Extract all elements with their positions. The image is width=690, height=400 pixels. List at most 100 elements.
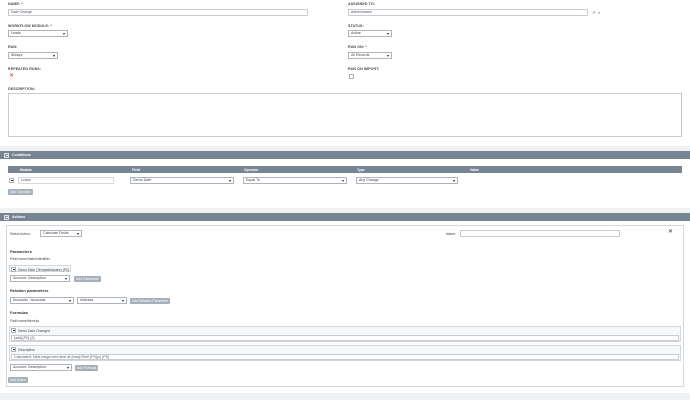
collapse-icon[interactable] [4,214,9,220]
column-header-type: Type [357,167,365,172]
required-marker: * [365,45,367,49]
description-textarea[interactable] [8,93,682,137]
description-label: DESCRIPTION: [8,87,35,91]
column-header-module: Module [20,167,32,172]
assigned-to-input[interactable]: Administrator [348,9,588,16]
arrow-icon [63,32,65,35]
collapse-icon[interactable] [4,152,9,158]
required-marker: * [21,2,23,6]
formula-field-name: Demo Date Changed [18,329,50,333]
parameter-item: Demo Date (TemplateAware) {P0} [9,265,71,272]
arrow-icon [77,232,79,235]
formula-field-select-value: Account: Description [13,365,46,369]
formula-field-select[interactable]: Account: Description [10,364,72,371]
actions-title: Actions [12,215,26,219]
add-condition-button[interactable]: Add Condition [8,189,34,195]
close-icon[interactable]: ✕ [668,229,673,235]
actions-header[interactable]: Actions [0,213,690,221]
field-name-header: Field name/Value/identifier [10,257,50,261]
conditions-header[interactable]: Conditions [0,151,690,159]
arrow-icon [342,179,344,182]
formula-field-name: Description [18,348,35,352]
actions-panel: Select Action: Calculate Fields Name: ✕ … [0,221,690,393]
add-formula-button[interactable]: Add Formula [75,364,99,371]
column-header-field: Field [132,167,140,172]
add-action-button[interactable]: Add Action [8,377,29,383]
remove-formula-button[interactable] [11,328,16,333]
condition-type-value: Any Change [359,178,379,182]
select-user-icon[interactable]: ↗ [592,10,595,15]
arrow-icon [229,179,231,182]
relation-module-select[interactable]: Accounts : Accounts [10,297,74,304]
arrow-icon [65,277,67,280]
formula-row: Description Calculated: Next mega here t… [9,345,681,361]
relation-parameters-title: Relation parameters [10,288,49,293]
condition-operator-select[interactable]: Equal To [243,177,347,184]
condition-type-select[interactable]: Any Change [356,177,458,184]
arrow-icon [122,299,124,302]
select-action-label: Select Action: [10,232,31,236]
run-on-label: RUN ON: * [348,45,367,49]
add-relation-parameter-button[interactable]: Add Relation Parameter [130,297,171,304]
assigned-to-label: ASSIGNED TO: [348,2,376,6]
workflow-form: NAME: * Date Change ASSIGNED TO: Adminis… [0,0,690,146]
condition-operator-value: Equal To [246,178,260,182]
conditions-title: Conditions [12,153,31,157]
relation-field-select[interactable]: Address [77,297,127,304]
relation-field-value: Address [80,298,94,302]
formulas-title: Formulas [10,310,29,315]
parameters-title: Parameters [10,249,32,254]
run-on-import-checkbox[interactable] [349,74,354,79]
formula-row: Demo Date Changed {add}{P0} {2} [9,326,681,342]
remove-parameter-button[interactable] [11,266,16,272]
arrow-icon [67,366,69,369]
column-header-operator: Operator [244,167,259,172]
arrow-icon [453,179,455,182]
relation-module-value: Accounts : Accounts [13,298,46,302]
workflow-module-label-text: WORKFLOW MODULE: [8,24,50,28]
name-label-text: NAME: [8,2,21,6]
arrow-icon [387,54,389,57]
run-on-value: All Records [351,53,370,57]
column-header-value: Value [470,167,479,172]
action-name-input[interactable] [460,230,620,237]
remove-formula-button[interactable] [11,347,16,352]
required-marker: * [50,24,52,28]
select-action-value: Calculate Fields [43,231,69,235]
condition-module: Leads [18,177,114,184]
status-value: Active [351,31,361,35]
parameter-select-value: Account: Description [13,276,46,280]
arrow-icon [387,32,389,35]
arrow-icon [69,299,71,302]
run-on-import-label: RUN ON IMPORT: [348,67,380,71]
run-on-label-text: RUN ON: [348,45,365,49]
formula-input[interactable]: {add}{P0} {2} [11,335,679,341]
action-box [6,225,684,387]
formula-input[interactable]: Calculated: Next mega here time at {now}… [11,354,679,360]
run-on-select[interactable]: All Records [348,52,392,59]
run-label: RUN: [8,45,18,49]
name-label: NAME: * [8,2,23,6]
arrow-icon [53,54,55,57]
conditions-table-header: Module Field Operator Type Value [8,166,682,173]
action-name-label: Name: [446,232,456,236]
workflow-module-value: Leads [11,31,21,35]
conditions-panel: Module Field Operator Type Value Leads D… [0,159,690,208]
add-parameter-button[interactable]: Add Parameter [74,275,101,282]
run-select[interactable]: Always [8,52,58,59]
repeated-runs-x-icon[interactable]: ✕ [9,73,14,79]
workflow-module-select[interactable]: Leads [8,30,68,37]
select-action-select[interactable]: Calculate Fields [40,230,82,237]
workflow-module-label: WORKFLOW MODULE: * [8,24,52,28]
parameter-item-text: Demo Date (TemplateAware) {P0} [18,267,70,272]
repeated-runs-label: REPEATED RUNS: [8,67,42,71]
field-formula-header: Field name/formula [10,319,40,323]
clear-user-icon[interactable]: × [598,10,600,15]
status-label: STATUS: [348,24,364,28]
name-input[interactable]: Date Change [8,9,308,16]
run-value: Always [11,53,23,57]
remove-condition-button[interactable] [9,177,14,183]
condition-field-select[interactable]: Demo Date [130,177,234,184]
status-select[interactable]: Active [348,30,392,37]
parameter-select[interactable]: Account: Description [10,275,70,282]
